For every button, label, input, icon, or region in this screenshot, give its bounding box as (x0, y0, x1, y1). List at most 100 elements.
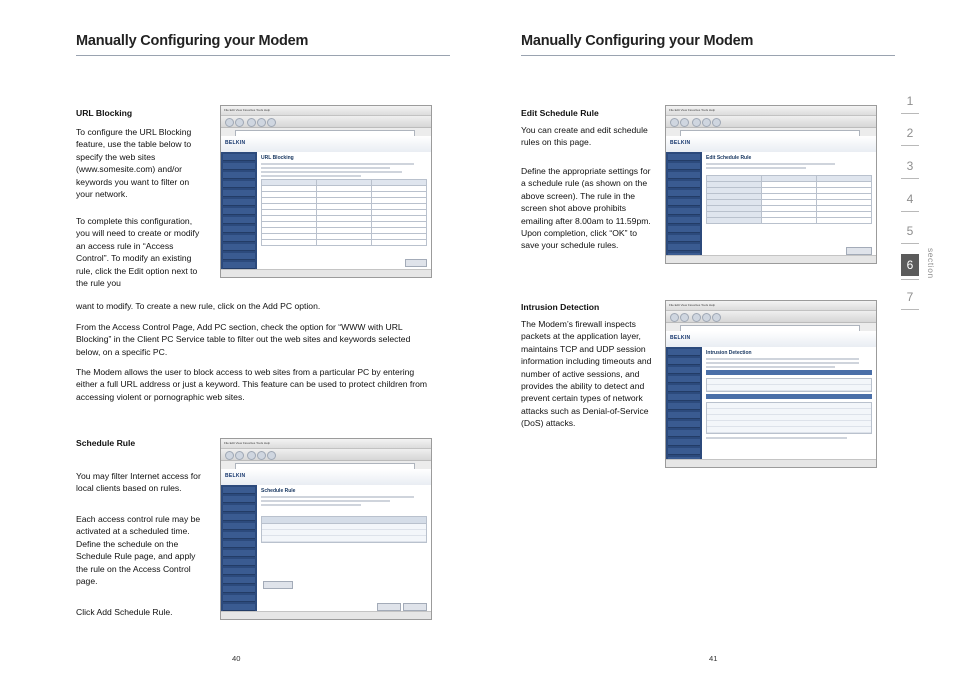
nav-item[interactable] (668, 208, 700, 215)
nav-item[interactable] (668, 172, 700, 179)
ok-button[interactable] (377, 603, 401, 611)
nav-sidebar[interactable] (666, 152, 702, 263)
section-rail-item-5[interactable]: 5 (902, 224, 918, 238)
nav-item[interactable] (223, 505, 255, 512)
table-row[interactable] (707, 385, 871, 391)
forward-icon[interactable] (235, 451, 244, 460)
nav-item[interactable] (223, 253, 255, 260)
table-row[interactable] (316, 239, 372, 246)
nav-item[interactable] (223, 262, 255, 269)
stateful-packet-inspection-table[interactable] (706, 402, 872, 434)
section-rail-item-2[interactable]: 2 (902, 126, 918, 140)
nav-item[interactable] (668, 181, 700, 188)
nav-item[interactable] (223, 559, 255, 566)
nav-item[interactable] (668, 394, 700, 401)
home-icon[interactable] (712, 313, 721, 322)
nav-item[interactable] (223, 208, 255, 215)
section-rail-item-6-current[interactable]: 6 (901, 254, 919, 276)
nav-item[interactable] (668, 376, 700, 383)
url-filter-table[interactable] (261, 179, 427, 246)
refresh-icon[interactable] (257, 451, 266, 460)
nav-item[interactable] (223, 541, 255, 548)
nav-item[interactable] (668, 199, 700, 206)
nav-item[interactable] (668, 190, 700, 197)
nav-item[interactable] (668, 217, 700, 224)
refresh-icon[interactable] (702, 118, 711, 127)
nav-item[interactable] (668, 448, 700, 455)
ok-button[interactable] (846, 247, 872, 255)
table-row[interactable] (371, 239, 427, 246)
stop-icon[interactable] (247, 451, 256, 460)
nav-item[interactable] (668, 244, 700, 251)
nav-item[interactable] (668, 349, 700, 356)
nav-item[interactable] (668, 439, 700, 446)
schedule-rule-table[interactable] (261, 516, 427, 543)
nav-item[interactable] (223, 244, 255, 251)
add-schedule-rule-button[interactable] (263, 581, 293, 589)
nav-item[interactable] (668, 235, 700, 242)
nav-item[interactable] (223, 154, 255, 161)
cancel-button[interactable] (403, 603, 427, 611)
refresh-icon[interactable] (702, 313, 711, 322)
stop-icon[interactable] (247, 118, 256, 127)
nav-item[interactable] (668, 412, 700, 419)
nav-item[interactable] (668, 403, 700, 410)
nav-item[interactable] (223, 577, 255, 584)
schedule-day-table[interactable] (706, 175, 872, 224)
nav-sidebar[interactable] (221, 485, 257, 619)
back-icon[interactable] (225, 451, 234, 460)
nav-sidebar[interactable] (221, 152, 257, 277)
refresh-icon[interactable] (257, 118, 266, 127)
nav-item[interactable] (668, 367, 700, 374)
forward-icon[interactable] (680, 118, 689, 127)
nav-item[interactable] (223, 595, 255, 602)
nav-item[interactable] (668, 421, 700, 428)
nav-item[interactable] (223, 217, 255, 224)
start-time-cell[interactable] (761, 217, 817, 224)
forward-icon[interactable] (235, 118, 244, 127)
nav-item[interactable] (668, 163, 700, 170)
home-icon[interactable] (712, 118, 721, 127)
nav-item[interactable] (223, 181, 255, 188)
nav-item[interactable] (223, 604, 255, 611)
back-icon[interactable] (670, 118, 679, 127)
nav-item[interactable] (223, 550, 255, 557)
table-row[interactable] (262, 536, 426, 542)
end-time-cell[interactable] (816, 217, 872, 224)
nav-item[interactable] (223, 199, 255, 206)
section-rail-item-4[interactable]: 4 (902, 192, 918, 206)
home-icon[interactable] (267, 451, 276, 460)
nav-item[interactable] (223, 163, 255, 170)
nav-item[interactable] (223, 235, 255, 242)
forward-icon[interactable] (680, 313, 689, 322)
back-icon[interactable] (225, 118, 234, 127)
nav-sidebar[interactable] (666, 347, 702, 467)
section-rail-divider (901, 178, 919, 179)
section-rail-item-1[interactable]: 1 (902, 94, 918, 108)
nav-item[interactable] (668, 430, 700, 437)
home-icon[interactable] (267, 118, 276, 127)
apply-button[interactable] (405, 259, 427, 267)
nav-item[interactable] (223, 496, 255, 503)
nav-item[interactable] (668, 358, 700, 365)
intrusion-feature-table[interactable] (706, 378, 872, 392)
nav-item[interactable] (223, 586, 255, 593)
table-row[interactable] (261, 239, 317, 246)
nav-item[interactable] (223, 568, 255, 575)
nav-item[interactable] (668, 226, 700, 233)
nav-item[interactable] (223, 172, 255, 179)
section-rail-item-7[interactable]: 7 (902, 290, 918, 304)
section-rail-item-3[interactable]: 3 (902, 159, 918, 173)
nav-item[interactable] (223, 487, 255, 494)
nav-item[interactable] (223, 532, 255, 539)
back-icon[interactable] (670, 313, 679, 322)
table-row[interactable] (707, 427, 871, 433)
nav-item[interactable] (668, 154, 700, 161)
stop-icon[interactable] (692, 118, 701, 127)
nav-item[interactable] (223, 514, 255, 521)
nav-item[interactable] (668, 385, 700, 392)
stop-icon[interactable] (692, 313, 701, 322)
nav-item[interactable] (223, 226, 255, 233)
nav-item[interactable] (223, 523, 255, 530)
nav-item[interactable] (223, 190, 255, 197)
